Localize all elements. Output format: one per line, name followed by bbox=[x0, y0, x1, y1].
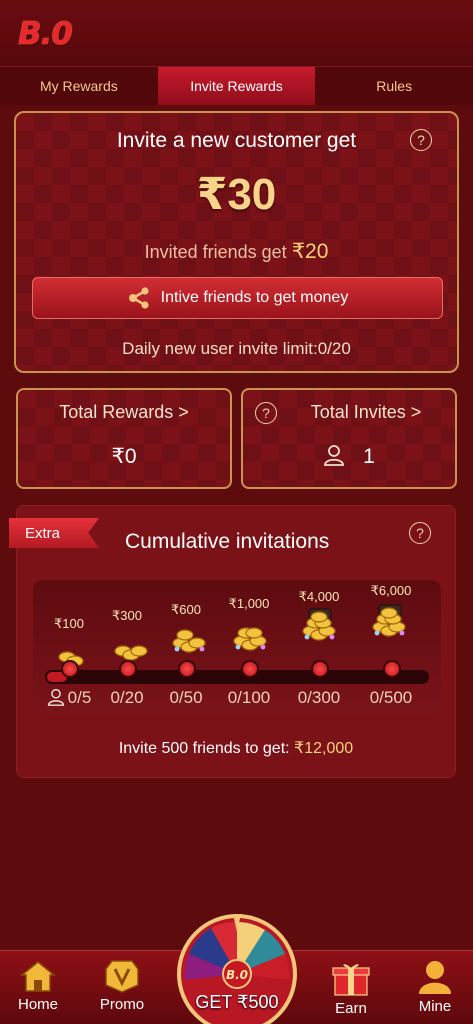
tier-count: 0/20 bbox=[95, 688, 159, 708]
nav-mine[interactable]: Mine bbox=[400, 959, 470, 1015]
total-invites-value: 1 bbox=[363, 445, 375, 468]
total-rewards-value: ₹0 bbox=[111, 445, 137, 468]
tier-reward: ₹300 bbox=[112, 608, 142, 623]
tier-progress-dot bbox=[61, 660, 79, 678]
tier-progress-dot bbox=[311, 660, 329, 678]
daily-invite-limit: Daily new user invite limit:0/20 bbox=[122, 339, 351, 358]
tab-rules[interactable]: Rules bbox=[315, 67, 473, 105]
extra-badge: Extra bbox=[9, 518, 99, 548]
total-invites-card[interactable]: ? Total Invites > 1 bbox=[241, 388, 457, 489]
coin-stack-icon bbox=[114, 645, 148, 661]
user-icon bbox=[419, 961, 451, 994]
app-logo: B.0 bbox=[18, 16, 73, 52]
total-invites-label: Total Invites > bbox=[310, 402, 422, 422]
nav-earn[interactable]: Earn bbox=[316, 959, 386, 1017]
invite-title: Invite a new customer get bbox=[116, 129, 357, 152]
tier-progress-dot bbox=[241, 660, 259, 678]
tier-count-value: 0/50 bbox=[169, 688, 203, 707]
coin-stack-icon bbox=[372, 604, 406, 637]
share-icon bbox=[127, 287, 151, 309]
tier-count-value: 0/100 bbox=[227, 688, 271, 707]
invite-reward-amount: ₹30 bbox=[196, 170, 277, 219]
coin-stack-icon bbox=[172, 629, 206, 653]
person-icon bbox=[47, 688, 64, 706]
nav-promo[interactable]: Promo bbox=[87, 959, 157, 1013]
tier-progress-dot bbox=[178, 660, 196, 678]
total-invites-value-row: 1 bbox=[243, 444, 455, 472]
tier-count: 0/100 bbox=[217, 688, 281, 708]
tier-reward: ₹4,000 bbox=[298, 589, 340, 604]
nav-earn-label: Earn bbox=[335, 1000, 367, 1017]
tier-progress-dot bbox=[119, 660, 137, 678]
wheel-logo: B.0 bbox=[226, 968, 248, 982]
invite-card: Invite a new customer get ? ₹30 Invited … bbox=[14, 111, 459, 373]
nav-home[interactable]: Home bbox=[3, 959, 73, 1013]
tier-reward: ₹1,000 bbox=[228, 596, 270, 611]
cumulative-help-icon[interactable]: ? bbox=[409, 522, 431, 544]
tab-my-rewards[interactable]: My Rewards bbox=[0, 67, 158, 105]
total-rewards-card[interactable]: Total Rewards > ₹0 bbox=[16, 388, 232, 489]
invite-goal-line: Invite 500 friends to get: ₹12,000 bbox=[17, 738, 455, 758]
gift-icon bbox=[332, 964, 370, 996]
tier-progress-track bbox=[45, 670, 429, 684]
app-header: B.0 bbox=[0, 0, 473, 66]
invite-goal-amount: ₹12,000 bbox=[294, 740, 354, 757]
nav-home-label: Home bbox=[17, 996, 58, 1013]
invite-friends-button-label: Intive friends to get money bbox=[160, 289, 349, 306]
total-rewards-label: Total Rewards > bbox=[59, 402, 189, 422]
invited-friends-amount: ₹20 bbox=[291, 240, 329, 263]
tier-reward: ₹100 bbox=[54, 616, 84, 631]
cumulative-title: Cumulative invitations bbox=[125, 530, 330, 553]
tier-count: 0/50 bbox=[154, 688, 218, 708]
coin-stack-icon bbox=[302, 608, 336, 641]
tier-count-value: 0/300 bbox=[297, 688, 341, 707]
invite-help-icon[interactable]: ? bbox=[410, 129, 432, 151]
nav-promo-label: Promo bbox=[99, 996, 145, 1013]
spin-wheel-button[interactable]: B.0 GET ₹500 bbox=[173, 910, 301, 1024]
nav-mine-label: Mine bbox=[418, 998, 452, 1015]
coin-stack-icon bbox=[233, 627, 267, 651]
tier-count: 0/500 bbox=[359, 688, 423, 708]
invited-friends-label: Invited friends get bbox=[144, 242, 287, 262]
tier-count: 0/300 bbox=[287, 688, 351, 708]
tier-count: 0/5 bbox=[37, 688, 101, 708]
spin-wheel-label: GET ₹500 bbox=[195, 992, 279, 1012]
tier-count-value: 0/5 bbox=[67, 688, 92, 707]
person-icon bbox=[323, 444, 345, 472]
tier-progress-dot bbox=[383, 660, 401, 678]
tab-bar: My Rewards Invite Rewards Rules bbox=[0, 66, 473, 105]
cumulative-invitations-panel: Extra Cumulative invitations ? ₹100 0/5 ₹3… bbox=[9, 505, 456, 778]
tier-reward: ₹6,000 bbox=[370, 583, 412, 598]
tier-reward: ₹600 bbox=[171, 602, 201, 617]
invited-friends-line: Invited friends get ₹20 bbox=[16, 239, 457, 264]
tab-invite-rewards[interactable]: Invite Rewards bbox=[157, 67, 316, 105]
home-icon bbox=[20, 961, 56, 992]
promo-icon bbox=[105, 960, 139, 993]
tier-count-value: 0/20 bbox=[110, 688, 144, 707]
tier-count-value: 0/500 bbox=[369, 688, 413, 707]
invite-friends-button[interactable]: Intive friends to get money bbox=[32, 277, 443, 319]
invite-goal-label: Invite 500 friends to get: bbox=[118, 740, 290, 757]
